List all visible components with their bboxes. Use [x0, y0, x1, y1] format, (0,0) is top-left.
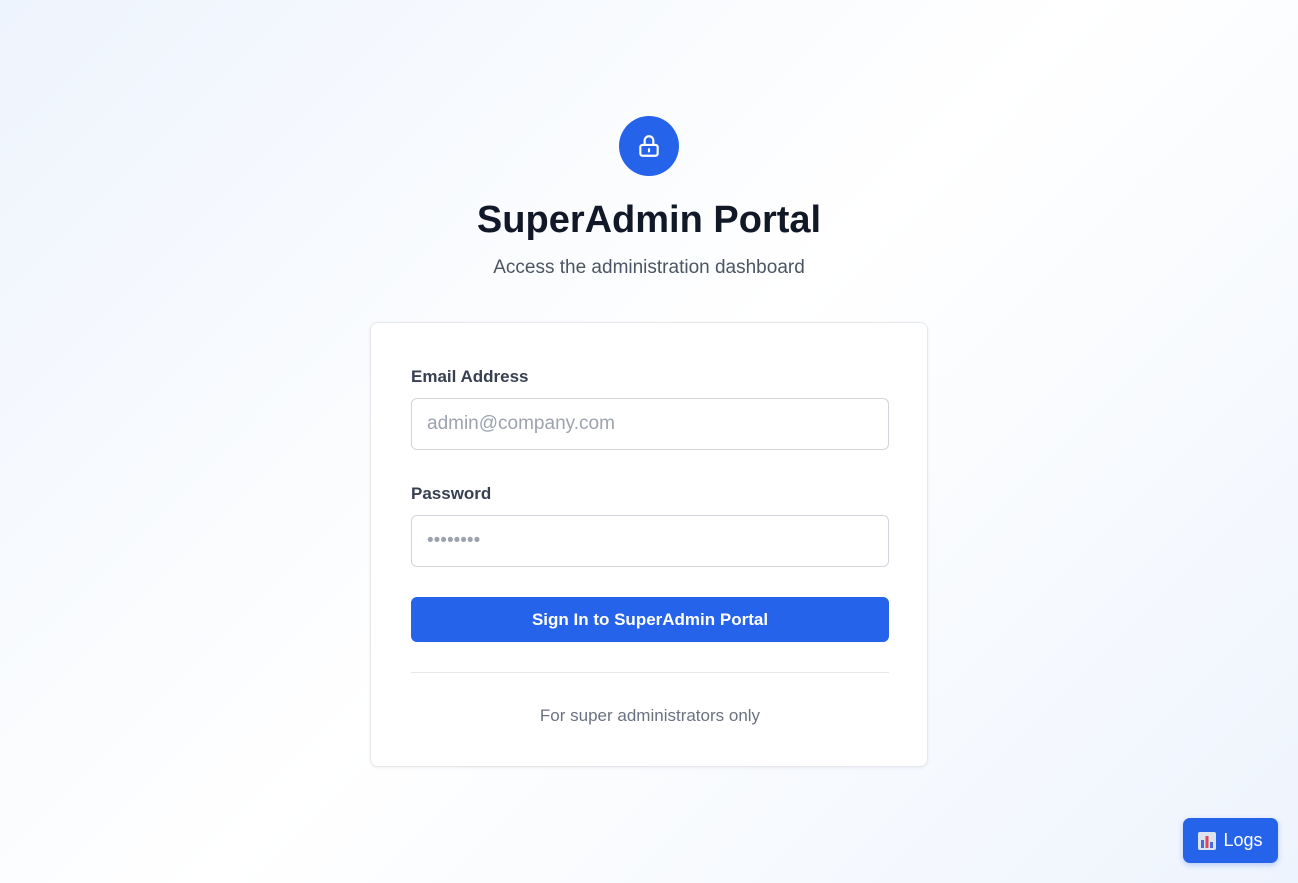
logs-label: Logs: [1223, 830, 1263, 850]
sign-in-button[interactable]: Sign In to SuperAdmin Portal: [411, 597, 889, 642]
page-subtitle: Access the administration dashboard: [493, 257, 805, 278]
page-title: SuperAdmin Portal: [476, 199, 822, 241]
password-field[interactable]: [411, 515, 889, 567]
password-label: Password: [411, 484, 492, 503]
bar-chart-icon: [1198, 831, 1217, 850]
logs-button[interactable]: Logs: [1183, 818, 1278, 863]
footer-note: For super administrators only: [539, 706, 761, 725]
divider: [411, 672, 889, 673]
lock-badge: [619, 116, 679, 176]
login-card: Email Address Password Sign In to SuperA…: [370, 322, 928, 767]
email-field[interactable]: [411, 398, 889, 450]
email-label: Email Address: [411, 367, 529, 386]
lock-icon: [639, 135, 659, 157]
